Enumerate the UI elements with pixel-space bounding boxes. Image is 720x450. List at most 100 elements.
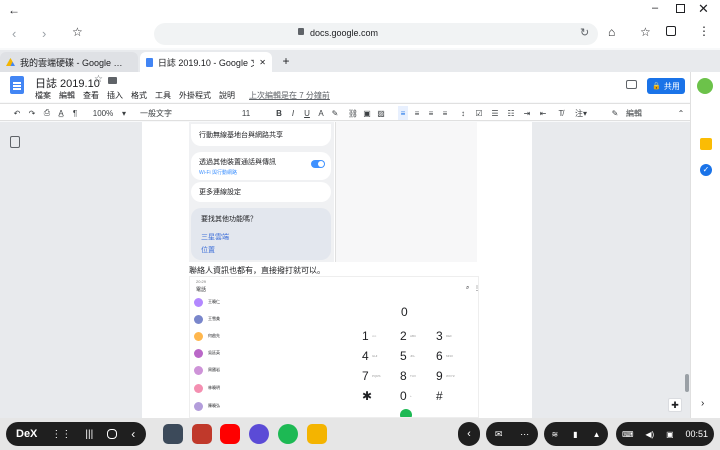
menu-edit[interactable]: 編輯: [59, 90, 75, 101]
share-button[interactable]: 🔒 共用: [647, 78, 685, 94]
home-icon[interactable]: ⌂: [608, 25, 615, 39]
more-menu-icon[interactable]: ⋮: [698, 24, 710, 38]
key-2: 2: [400, 329, 407, 343]
nav-forward-icon[interactable]: ›: [42, 26, 46, 41]
volume-icon[interactable]: ◀): [645, 430, 654, 439]
screenshot-icon[interactable]: ▣: [666, 430, 674, 439]
menu-tools[interactable]: 工具: [155, 90, 171, 101]
menu-format[interactable]: 格式: [131, 90, 147, 101]
tasks-icon[interactable]: ✓: [700, 164, 712, 176]
apps-grid-icon[interactable]: ⋮⋮: [51, 429, 71, 440]
tabs-icon[interactable]: [666, 26, 676, 36]
clear-format-icon[interactable]: T̸: [556, 106, 566, 120]
menu-view[interactable]: 查看: [83, 90, 99, 101]
key-0: 0: [400, 389, 407, 403]
dialer-tab-label: 電話: [196, 287, 207, 293]
menu-insert[interactable]: 插入: [107, 90, 123, 101]
mail-icon[interactable]: ✉: [495, 429, 503, 440]
line-spacing-icon[interactable]: ↕: [458, 106, 468, 120]
files-app-icon[interactable]: [307, 424, 327, 444]
explore-icon[interactable]: ✚: [668, 398, 682, 412]
mode-select[interactable]: 編輯: [622, 106, 646, 120]
doc-title[interactable]: 日誌 2019.10: [35, 75, 100, 91]
back-arrow-icon[interactable]: ←: [8, 3, 20, 17]
paint-format-icon[interactable]: ¶: [70, 106, 80, 120]
key-sub: DEF: [446, 334, 452, 338]
spellcheck-icon[interactable]: A̲: [56, 106, 66, 120]
underline-button[interactable]: U: [302, 106, 312, 120]
avatar: [194, 297, 203, 307]
insert-comment-icon[interactable]: ▣: [362, 106, 372, 120]
star-icon[interactable]: ☆: [640, 25, 651, 39]
key-sub: PQRS: [372, 374, 381, 378]
maximize-icon[interactable]: [676, 4, 685, 13]
font-size-field[interactable]: 11: [236, 106, 256, 120]
align-left-icon[interactable]: ≡: [398, 106, 408, 120]
menu-file[interactable]: 檔案: [35, 90, 51, 101]
url-text: docs.google.com: [310, 28, 379, 38]
tray-collapse-button[interactable]: ‹: [458, 422, 480, 446]
list-item: 林曉明: [194, 380, 220, 396]
indent-icon[interactable]: ⇥: [522, 106, 532, 120]
docs-logo-icon[interactable]: [10, 76, 24, 94]
align-center-icon[interactable]: ≡: [412, 106, 422, 120]
folder-icon[interactable]: [108, 77, 117, 84]
expand-up-icon[interactable]: ▲: [593, 430, 601, 439]
align-justify-icon[interactable]: ≡: [440, 106, 450, 120]
notes-app-icon[interactable]: [192, 424, 212, 444]
collapse-icon[interactable]: ⌃: [676, 106, 686, 120]
expand-panel-icon[interactable]: ›: [701, 398, 704, 409]
youtube-app-icon[interactable]: [220, 424, 240, 444]
avatar[interactable]: [697, 78, 713, 94]
browser-app-icon[interactable]: [249, 424, 269, 444]
wifi-icon[interactable]: ≋: [551, 430, 558, 439]
battery-icon[interactable]: ▮: [573, 430, 577, 439]
scrollbar-thumb[interactable]: [685, 374, 689, 392]
insert-image-icon[interactable]: ▨: [376, 106, 386, 120]
key-sub: ABC: [410, 334, 417, 338]
text-color-button[interactable]: A: [316, 106, 326, 120]
phone-app-icon[interactable]: [278, 424, 298, 444]
highlight-icon[interactable]: ✎: [330, 106, 340, 120]
nav-back-icon[interactable]: ‹: [12, 26, 16, 41]
link-icon[interactable]: ⛓: [348, 106, 358, 120]
address-bar[interactable]: docs.google.com ↻: [154, 23, 598, 45]
tab-docs[interactable]: 日誌 2019.10 - Google 文件 ✕: [140, 52, 272, 72]
align-right-icon[interactable]: ≡: [426, 106, 436, 120]
tab-drive[interactable]: 我的雲端硬碟 - Google 雲端硬碟: [0, 52, 138, 72]
italic-button[interactable]: I: [288, 106, 298, 120]
keyboard-icon[interactable]: ⌨: [622, 430, 634, 439]
numbered-list-icon[interactable]: ☷: [506, 106, 516, 120]
reload-icon[interactable]: ↻: [580, 26, 589, 39]
comment-icon[interactable]: [626, 80, 637, 89]
back-icon[interactable]: ‹: [131, 427, 135, 441]
bullet-list-icon[interactable]: ☰: [490, 106, 500, 120]
star-icon[interactable]: ☆: [94, 74, 103, 85]
outline-icon[interactable]: [10, 136, 20, 148]
minimize-icon[interactable]: –: [652, 2, 658, 14]
dex-label[interactable]: DeX: [16, 428, 37, 440]
bookmark-star-icon[interactable]: ☆: [72, 25, 83, 39]
menu-addons[interactable]: 外掛程式: [179, 90, 211, 101]
keep-icon[interactable]: [700, 138, 712, 150]
suggest-title: 要找其他功能嗎？: [201, 216, 257, 223]
zoom-select[interactable]: 100%: [88, 106, 118, 120]
input-tools-icon[interactable]: 注▾: [572, 106, 590, 120]
home-icon[interactable]: [107, 429, 118, 439]
print-icon[interactable]: ⎙: [42, 106, 52, 120]
recents-icon[interactable]: |||: [85, 429, 93, 440]
bold-button[interactable]: B: [274, 106, 284, 120]
checklist-icon[interactable]: ☑: [474, 106, 484, 120]
style-select[interactable]: 一般文字: [140, 106, 180, 120]
tab-close-icon[interactable]: ✕: [259, 58, 266, 67]
menu-help[interactable]: 說明: [219, 90, 235, 101]
redo-icon[interactable]: ↷: [27, 106, 37, 120]
last-edit-link[interactable]: 上次編輯是在 7 分鐘前: [249, 90, 330, 101]
outdent-icon[interactable]: ⇤: [538, 106, 548, 120]
new-tab-icon[interactable]: +: [278, 54, 294, 68]
undo-icon[interactable]: ↶: [12, 106, 22, 120]
share-label: 共用: [663, 81, 680, 91]
terminal-app-icon[interactable]: [163, 424, 183, 444]
close-icon[interactable]: ✕: [698, 1, 709, 17]
more-icon[interactable]: ⋯: [520, 429, 529, 440]
